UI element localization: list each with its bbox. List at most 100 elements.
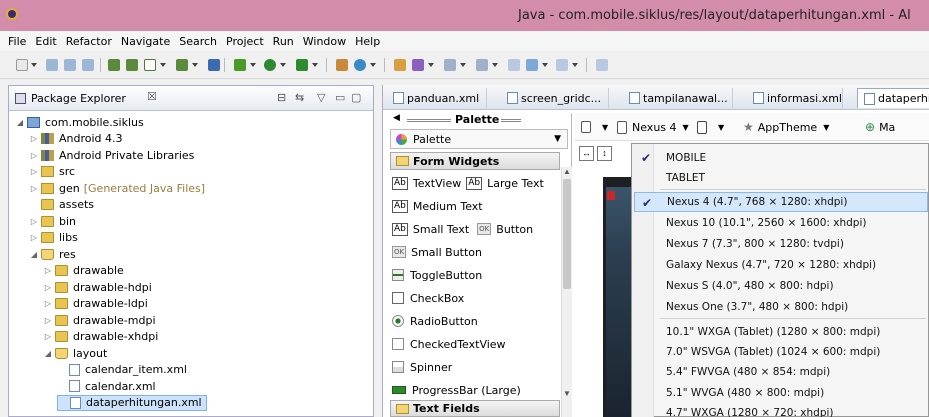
- last-edit-icon[interactable]: [508, 59, 520, 71]
- back-dropdown-icon[interactable]: [542, 63, 548, 67]
- collapsed-arrow-icon[interactable]: ▷: [29, 217, 39, 226]
- collapsed-arrow-icon[interactable]: ▷: [43, 316, 53, 325]
- new-package-icon[interactable]: [336, 59, 348, 71]
- run-dropdown-icon[interactable]: [280, 63, 286, 67]
- link-editor-icon[interactable]: ⇆: [295, 91, 304, 104]
- collapsed-arrow-icon[interactable]: ▷: [29, 233, 39, 242]
- device-menu-item[interactable]: 5.4" FWVGA (480 × 854: mdpi): [634, 362, 928, 382]
- orientation-button[interactable]: ▼: [697, 118, 724, 136]
- tab-screen-grid[interactable]: screen_gridc...: [501, 88, 609, 108]
- tree-item[interactable]: assets: [29, 197, 94, 213]
- save-all-icon[interactable]: [64, 59, 76, 71]
- palette-item-checkbox[interactable]: CheckBox: [392, 288, 464, 308]
- device-menu-item[interactable]: ✔ Nexus 4 (4.7", 768 × 1280: xhdpi): [634, 192, 928, 212]
- back-icon[interactable]: [526, 59, 538, 71]
- collapse-all-icon[interactable]: ⊟: [277, 91, 286, 104]
- tree-item[interactable]: ▷ src: [29, 164, 75, 180]
- menu-help[interactable]: Help: [355, 35, 380, 48]
- category-form-widgets[interactable]: Form Widgets: [390, 152, 560, 170]
- new-android-project-icon[interactable]: [176, 59, 188, 71]
- new-icon[interactable]: [16, 59, 28, 71]
- palette-item-spinner[interactable]: Spinner: [392, 357, 452, 377]
- menu-edit[interactable]: Edit: [35, 35, 56, 48]
- menu-search[interactable]: Search: [179, 35, 217, 48]
- debug-icon[interactable]: [234, 59, 246, 71]
- prev-annotation-icon[interactable]: [476, 59, 488, 71]
- collapsed-arrow-icon[interactable]: ▷: [43, 283, 53, 292]
- search-dropdown-icon[interactable]: [428, 63, 434, 67]
- palette-item-small-text[interactable]: Ab Small Text OK Button: [392, 219, 533, 239]
- scroll-down-icon[interactable]: ▼: [563, 389, 571, 398]
- tree-item[interactable]: ◢ com.mobile.siklus: [15, 114, 144, 130]
- device-menu-item[interactable]: TABLET: [634, 168, 928, 188]
- new-class-dropdown-icon[interactable]: [370, 63, 376, 67]
- palette-header[interactable]: ◀ Palette: [387, 113, 572, 127]
- tree-item[interactable]: dataperhitungan.xml: [57, 394, 207, 411]
- menu-refactor[interactable]: Refactor: [66, 35, 112, 48]
- tree-item[interactable]: calendar.xml: [57, 378, 156, 394]
- device-menu-item[interactable]: Nexus 10 (10.1", 2560 × 1600: xhdpi): [634, 213, 928, 233]
- android-dropdown-icon[interactable]: [192, 63, 198, 67]
- refactor-icon[interactable]: [208, 59, 220, 71]
- palette-item-radiobutton[interactable]: RadioButton: [392, 311, 478, 331]
- minimize-icon[interactable]: ▭: [335, 91, 345, 104]
- expanded-arrow-icon[interactable]: ◢: [15, 118, 25, 127]
- collapsed-arrow-icon[interactable]: ▷: [29, 134, 39, 143]
- chevron-down-icon[interactable]: ▼: [554, 134, 561, 144]
- palette-item-checkedtextview[interactable]: CheckedTextView: [392, 334, 506, 354]
- palette-item-progressbar[interactable]: ProgressBar (Large): [392, 380, 521, 400]
- activity-chooser-button[interactable]: ⊕ Ma: [865, 118, 895, 136]
- external-tools-dropdown-icon[interactable]: [312, 63, 318, 67]
- device-menu-item[interactable]: Nexus S (4.0", 480 × 800: hdpi): [634, 276, 928, 296]
- new-class-icon[interactable]: [354, 59, 366, 71]
- package-explorer-title[interactable]: Package Explorer: [31, 92, 126, 105]
- collapsed-arrow-icon[interactable]: ▷: [29, 151, 39, 160]
- collapsed-arrow-icon[interactable]: ▷: [29, 167, 39, 176]
- run-icon[interactable]: [264, 59, 276, 71]
- theme-chooser-button[interactable]: ★ AppTheme ▼: [743, 118, 829, 136]
- prev-annotation-dropdown-icon[interactable]: [492, 63, 498, 67]
- device-menu-item[interactable]: Nexus 7 (7.3", 800 × 1280: tvdpi): [634, 234, 928, 254]
- category-text-fields[interactable]: Text Fields: [390, 400, 560, 417]
- collapse-palette-icon[interactable]: ◀: [393, 113, 400, 123]
- menu-file[interactable]: File: [8, 35, 26, 48]
- device-menu-item[interactable]: Galaxy Nexus (4.7", 720 × 1280: xhdpi): [634, 255, 928, 275]
- tree-item[interactable]: ◢ layout: [43, 345, 107, 361]
- expanded-arrow-icon[interactable]: ◢: [43, 349, 53, 358]
- avd-manager-icon[interactable]: [126, 59, 138, 71]
- expanded-arrow-icon[interactable]: ◢: [29, 250, 39, 259]
- close-icon[interactable]: ☒: [147, 90, 157, 103]
- collapsed-arrow-icon[interactable]: ▷: [43, 299, 53, 308]
- tree-item[interactable]: ▷ drawable-ldpi: [43, 296, 148, 312]
- tree-item[interactable]: ▷ libs: [29, 230, 78, 246]
- tree-item[interactable]: ▷ Android 4.3: [29, 131, 123, 147]
- tab-dataperhitungan[interactable]: dataperhi: [857, 88, 929, 108]
- external-tools-icon[interactable]: [296, 59, 308, 71]
- print-icon[interactable]: [82, 59, 94, 71]
- tree-item[interactable]: ▷ bin: [29, 213, 76, 229]
- search-icon[interactable]: [412, 59, 424, 71]
- view-menu-icon[interactable]: ▽: [317, 91, 325, 104]
- tree-item[interactable]: ▷ drawable-mdpi: [43, 312, 156, 328]
- save-icon[interactable]: [46, 59, 58, 71]
- maximize-icon[interactable]: ▢: [351, 91, 361, 104]
- fill-height-icon[interactable]: ↕: [597, 146, 612, 161]
- device-chooser-button[interactable]: Nexus 4 ▼: [617, 118, 689, 136]
- device-menu-item[interactable]: 10.1" WXGA (Tablet) (1280 × 800: mdpi): [634, 322, 928, 342]
- palette-item-togglebutton[interactable]: ToggleButton: [392, 265, 482, 285]
- lint-icon[interactable]: [144, 59, 156, 71]
- palette-item-medium-text[interactable]: Ab Medium Text: [392, 196, 483, 216]
- device-menu-item[interactable]: 4.7" WXGA (1280 × 720: xhdpi): [634, 403, 928, 417]
- menu-project[interactable]: Project: [226, 35, 264, 48]
- tab-panduan[interactable]: panduan.xml: [387, 88, 487, 108]
- next-annotation-icon[interactable]: [444, 59, 456, 71]
- lint-dropdown-icon[interactable]: [160, 63, 166, 67]
- menu-run[interactable]: Run: [273, 35, 294, 48]
- android-sdk-icon[interactable]: [108, 59, 120, 71]
- tree-item[interactable]: ▷ drawable-hdpi: [43, 279, 152, 295]
- palette-item-textview[interactable]: Ab TextView Ab Large Text: [392, 173, 544, 193]
- collapsed-arrow-icon[interactable]: ▷: [43, 332, 53, 341]
- device-menu-item[interactable]: ✔ MOBILE: [634, 148, 928, 168]
- palette-scrollbar[interactable]: ▲ ▼: [561, 167, 572, 417]
- scroll-up-icon[interactable]: ▲: [563, 167, 571, 176]
